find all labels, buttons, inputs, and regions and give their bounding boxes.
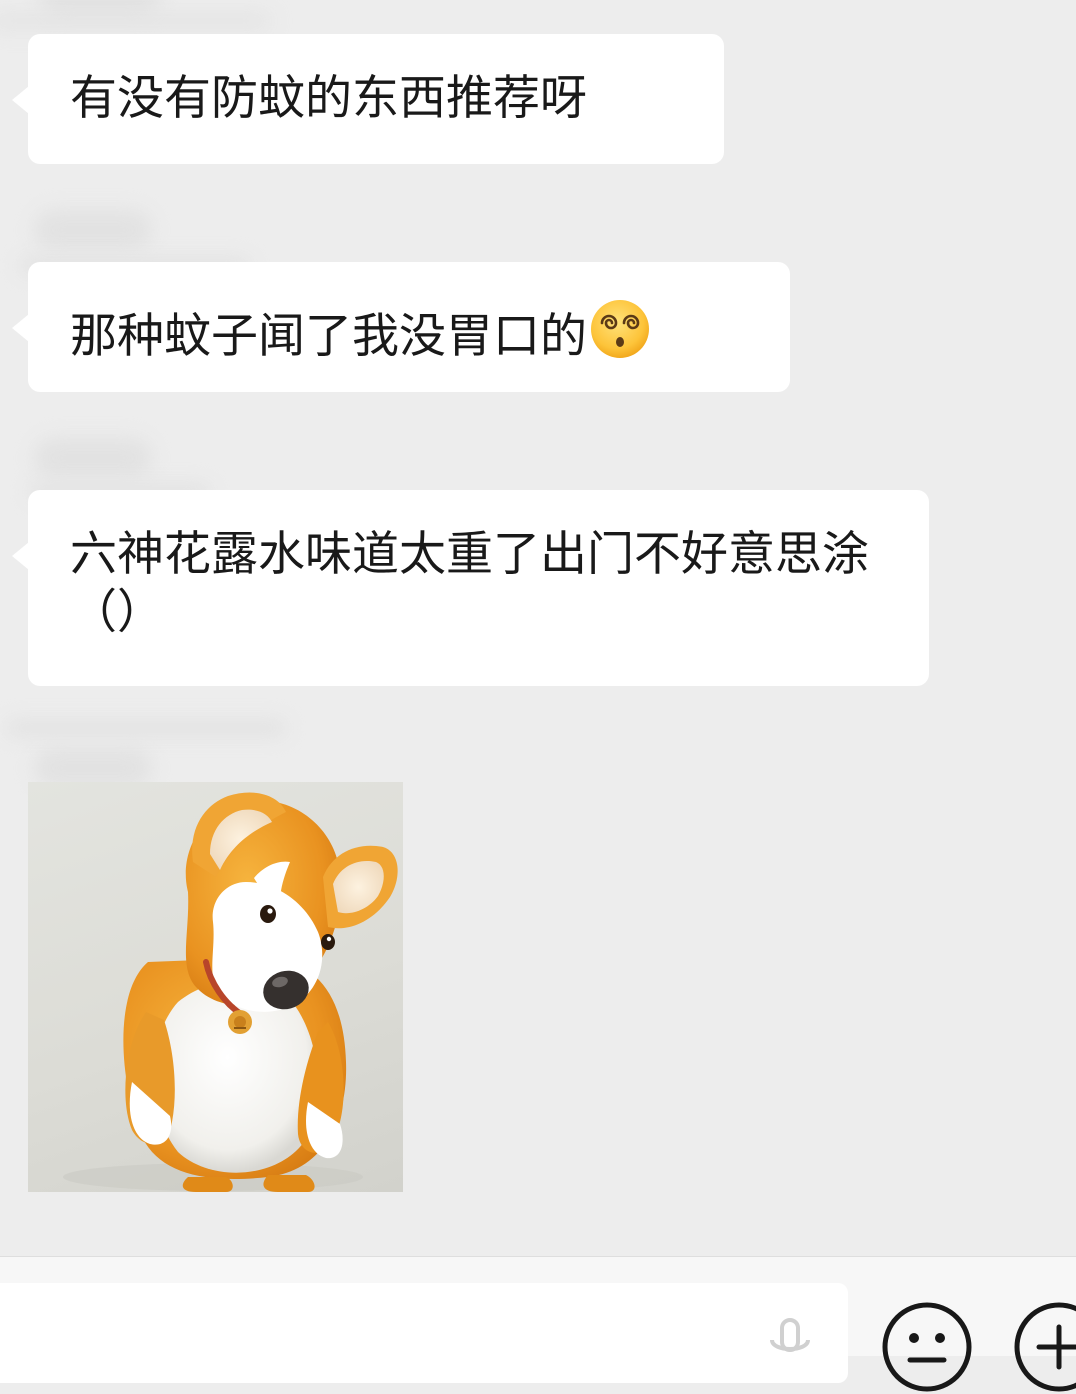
message-input[interactable] (0, 1283, 848, 1383)
message-text: 六神花露水味道太重了出门不好意思涂（） (70, 527, 869, 640)
corgi-sticker[interactable] (28, 782, 403, 1192)
sender-name-blurred (0, 14, 270, 28)
sender-name-blurred (34, 438, 152, 478)
message-bubble[interactable]: 六神花露水味道太重了出门不好意思涂（） (12, 490, 929, 686)
message-bubble[interactable]: 那种蚊子闻了我没胃口的 (12, 262, 790, 392)
emoji-icon[interactable] (880, 1300, 974, 1394)
plus-icon[interactable] (1012, 1300, 1076, 1394)
voice-icon[interactable] (760, 1318, 820, 1358)
corgi-icon (63, 792, 398, 1192)
sender-name-blurred (6, 720, 286, 736)
message-bubble[interactable]: 有没有防蚊的东西推荐呀 (12, 34, 724, 164)
sender-name-blurred (34, 210, 152, 250)
message-text: 有没有防蚊的东西推荐呀 (70, 71, 587, 126)
dizzy-face-emoji (591, 300, 649, 358)
message-text: 那种蚊子闻了我没胃口的 (70, 309, 587, 364)
chat-message-list[interactable]: 有没有防蚊的东西推荐呀 那种蚊子闻了我没胃口的 六神花露水味道太重了出门不好意思… (0, 0, 1076, 1256)
